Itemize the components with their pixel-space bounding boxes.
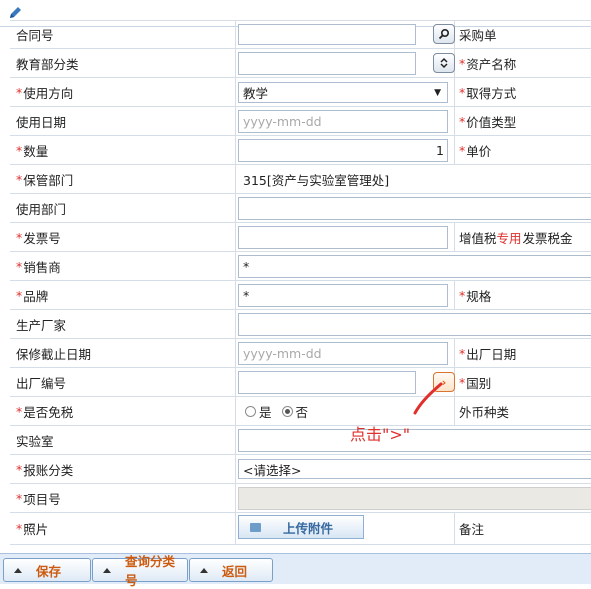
- seller-label: * 销售商: [10, 252, 236, 280]
- purchase-order-label: 采购单: [459, 28, 497, 43]
- invoice-input[interactable]: [238, 226, 448, 249]
- custody-dept-label: * 保管部门: [10, 165, 236, 193]
- contract-input[interactable]: [238, 24, 416, 45]
- use-date-label: 使用日期: [10, 107, 236, 135]
- quantity-label: * 数量: [10, 136, 236, 164]
- row-use-direction: * 使用方向 教学 ▼ * 取得方式: [10, 78, 591, 107]
- use-direction-label: * 使用方向: [10, 78, 236, 106]
- row-lab: 实验室: [10, 426, 591, 455]
- reimburse-select[interactable]: <请选择>: [238, 459, 591, 479]
- row-edu-category: 教育部分类 * 资产名称: [10, 49, 591, 78]
- tax-free-yes-radio[interactable]: 是: [245, 402, 272, 421]
- vat-tax-label: 增值税 专用 发票税金: [459, 230, 573, 246]
- serial-label: 出厂编号: [10, 368, 236, 396]
- warranty-label: 保修截止日期: [10, 339, 236, 367]
- category-picker-button[interactable]: [433, 53, 455, 73]
- custody-dept-value[interactable]: 315[资产与实验室管理处]: [238, 168, 591, 191]
- row-reimburse: * 报账分类 <请选择>: [10, 455, 591, 484]
- edu-category-label: 教育部分类: [10, 49, 236, 77]
- country-label: * 国别: [459, 374, 492, 391]
- manufacturer-input[interactable]: [238, 313, 591, 336]
- row-use-date: 使用日期 yyyy-mm-dd * 价值类型: [10, 107, 591, 136]
- tax-free-label: * 是否免税: [10, 397, 236, 425]
- annotation-text: 点击">": [350, 425, 411, 444]
- contract-label: 合同号: [10, 21, 236, 48]
- row-quantity: * 数量 1 * 单价: [10, 136, 591, 165]
- acquisition-method-label: * 取得方式: [459, 84, 517, 101]
- row-project: * 项目号: [10, 484, 591, 513]
- row-seller: * 销售商 *: [10, 252, 591, 281]
- currency-label: 外币种类: [459, 404, 510, 420]
- row-custody-dept: * 保管部门 315[资产与实验室管理处]: [10, 165, 591, 194]
- quantity-input[interactable]: 1: [238, 139, 448, 162]
- reimburse-label: * 报账分类: [10, 455, 236, 483]
- brand-input[interactable]: *: [238, 284, 448, 307]
- warranty-date-input[interactable]: yyyy-mm-dd: [238, 342, 448, 365]
- serial-input[interactable]: [238, 371, 416, 394]
- manufacturer-label: 生产厂家: [10, 310, 236, 338]
- project-label: * 项目号: [10, 484, 236, 512]
- save-button[interactable]: 保存: [3, 558, 91, 582]
- row-warranty: 保修截止日期 yyyy-mm-dd * 出厂日期: [10, 339, 591, 368]
- bottom-toolbar: 保存 查询分类号 返回: [0, 553, 591, 588]
- use-dept-input[interactable]: [238, 197, 591, 220]
- edu-category-input[interactable]: [238, 52, 416, 75]
- brand-label: * 品牌: [10, 281, 236, 309]
- value-type-label: * 价值类型: [459, 113, 517, 130]
- folder-icon: [250, 522, 261, 532]
- search-icon: [438, 28, 450, 40]
- row-manufacturer: 生产厂家: [10, 310, 591, 339]
- use-date-input[interactable]: yyyy-mm-dd: [238, 110, 448, 133]
- seller-input[interactable]: *: [238, 255, 591, 278]
- lab-label: 实验室: [10, 426, 236, 454]
- row-contract: 合同号 采购单: [10, 21, 591, 49]
- use-direction-select[interactable]: 教学 ▼: [238, 82, 448, 103]
- use-dept-label: 使用部门: [10, 194, 236, 222]
- spec-label: * 规格: [459, 287, 492, 304]
- remark-label: 备注: [459, 522, 485, 537]
- dropdown-arrow-icon: ▼: [434, 87, 441, 98]
- row-brand: * 品牌 * * 规格: [10, 281, 591, 310]
- project-input: [238, 487, 591, 510]
- tax-free-no-radio[interactable]: 否: [281, 402, 308, 421]
- back-button[interactable]: 返回: [189, 558, 273, 582]
- asset-form: 合同号 采购单 教育部分类 *资产名称 *使用方向 教学 ▼ *取得方式: [10, 20, 591, 545]
- photo-label: * 照片: [10, 513, 236, 544]
- lab-input[interactable]: [238, 429, 591, 452]
- caret-up-icon: [103, 567, 111, 573]
- row-tax-free: * 是否免税 是 否 外币种类: [10, 397, 591, 426]
- search-button[interactable]: [433, 24, 455, 44]
- query-category-button[interactable]: 查询分类号: [92, 554, 188, 588]
- up-down-icon: [440, 57, 448, 69]
- row-invoice: * 发票号 增值税 专用 发票税金: [10, 223, 591, 252]
- factory-date-label: * 出厂日期: [459, 345, 517, 362]
- asset-name-label: * 资产名称: [459, 55, 517, 72]
- unit-price-label: * 单价: [459, 142, 492, 159]
- row-use-dept: 使用部门: [10, 194, 591, 223]
- invoice-label: * 发票号: [10, 223, 236, 251]
- pencil-icon[interactable]: [7, 5, 23, 21]
- caret-up-icon: [14, 567, 22, 573]
- upload-attachment-button[interactable]: 上传附件: [238, 515, 364, 539]
- caret-up-icon: [200, 567, 208, 573]
- annotation-stroke: [413, 382, 443, 415]
- row-serial: 出厂编号 › * 国别: [10, 368, 591, 397]
